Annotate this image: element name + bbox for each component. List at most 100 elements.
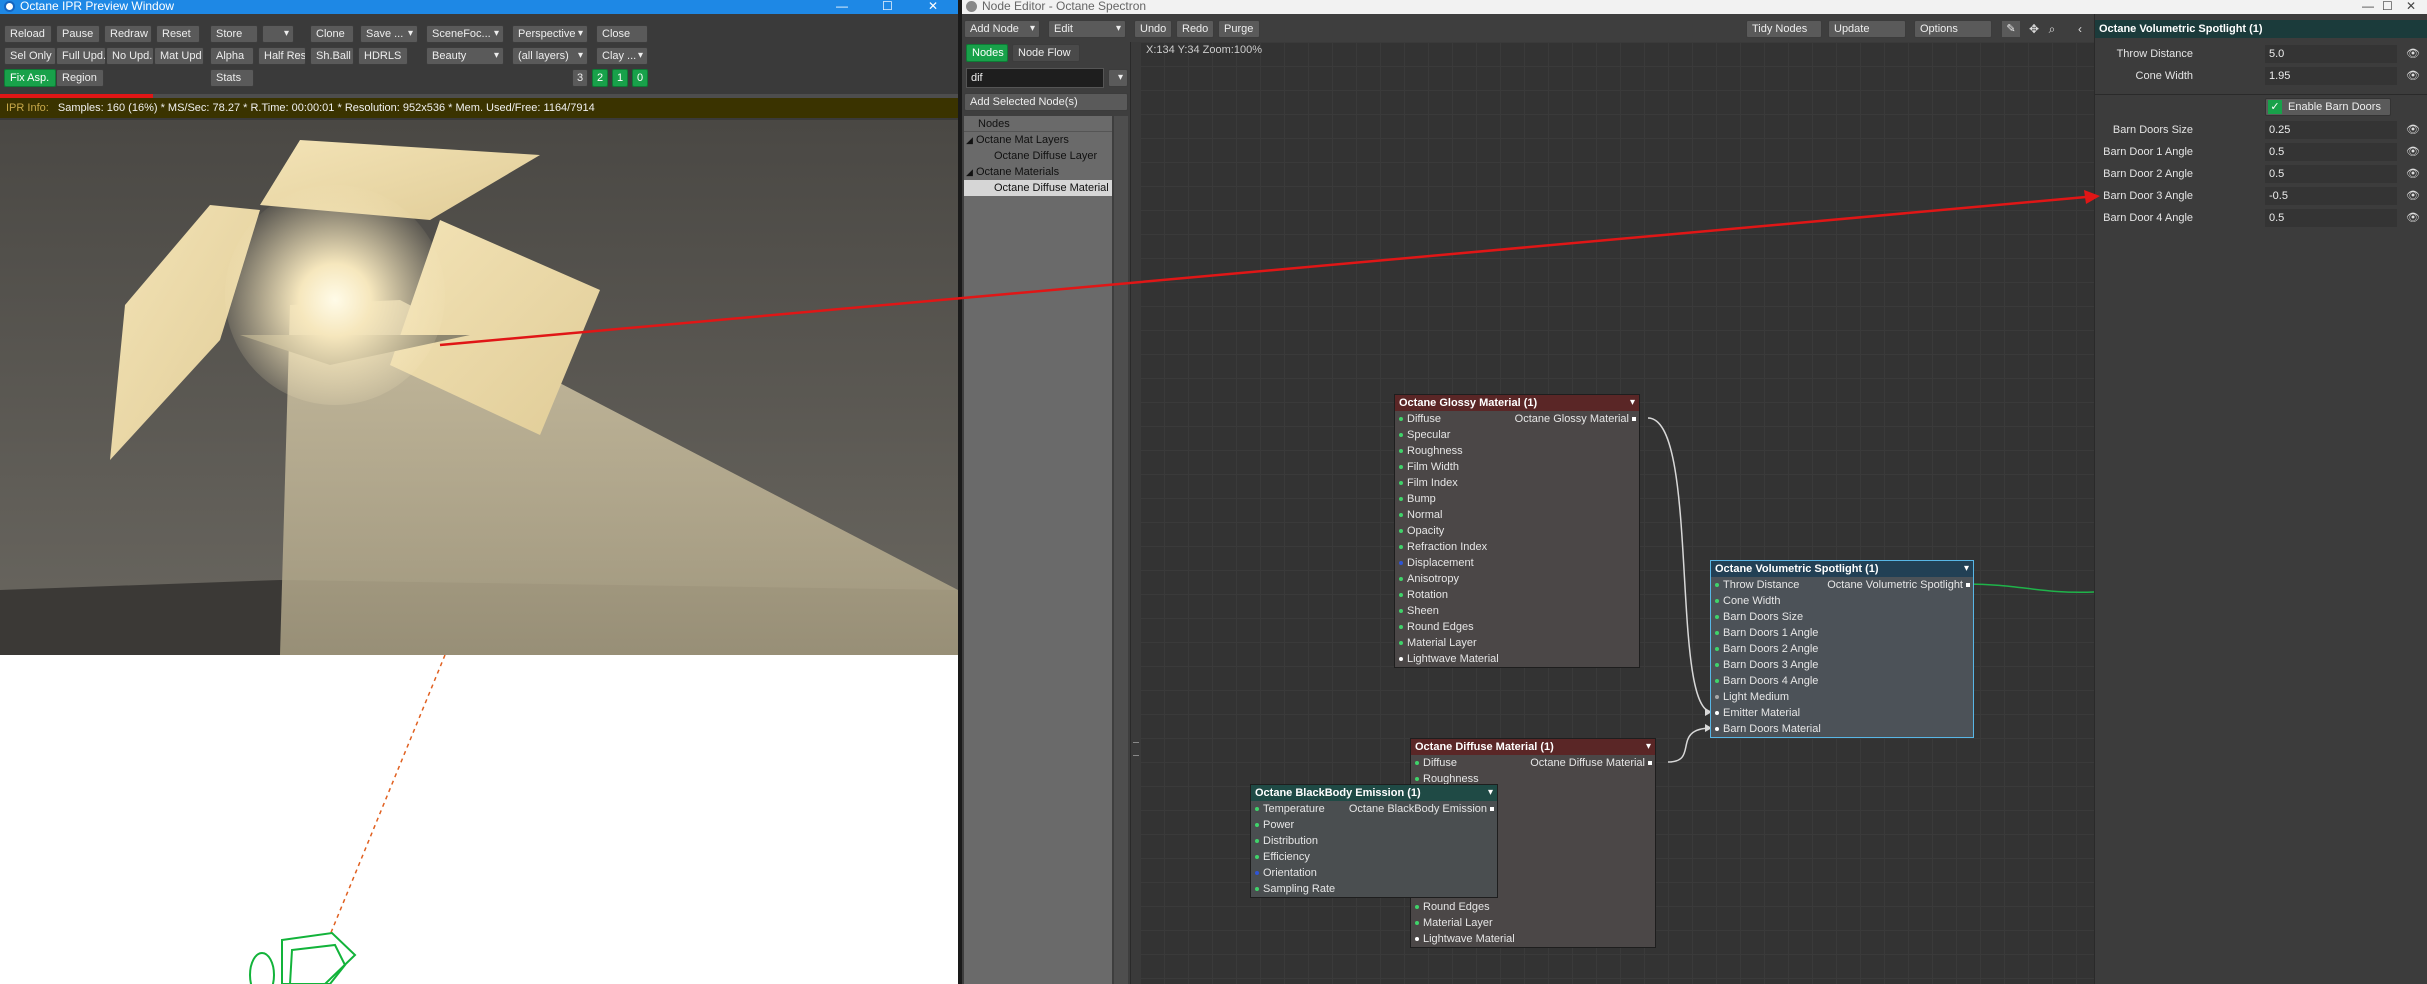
node-header[interactable]: Octane Glossy Material (1) ▾: [1395, 395, 1639, 411]
node-input-port[interactable]: Sheen: [1395, 603, 1639, 619]
node-input-port[interactable]: Roughness: [1395, 443, 1639, 459]
undo-button[interactable]: Undo: [1134, 20, 1172, 38]
node-input-port[interactable]: Bump: [1395, 491, 1639, 507]
node-input-port[interactable]: Temperature: [1251, 801, 1497, 817]
node-input-port[interactable]: Diffuse: [1411, 755, 1655, 771]
node-input-port[interactable]: Orientation: [1251, 865, 1497, 881]
tree-item-diffuse-layer[interactable]: Octane Diffuse Layer: [964, 148, 1112, 164]
store-button[interactable]: Store: [210, 25, 258, 43]
prop-value-field[interactable]: 0.5: [2265, 209, 2397, 227]
minimize-icon[interactable]: —: [836, 0, 848, 12]
eye-icon[interactable]: 👁: [2405, 122, 2421, 138]
prop-value-field[interactable]: 0.25: [2265, 121, 2397, 139]
node-input-port[interactable]: Sampling Rate: [1251, 881, 1497, 897]
pan-icon[interactable]: ✥: [2026, 21, 2042, 37]
tree-scrollbar[interactable]: [1114, 116, 1128, 984]
render-pass-dropdown[interactable]: Beauty: [426, 47, 504, 65]
node-input-port[interactable]: Material Layer: [1395, 635, 1639, 651]
node-volumetric-spotlight[interactable]: Octane Volumetric Spotlight (1) ▾ Octane…: [1710, 560, 1974, 738]
fix-aspect-button[interactable]: Fix Asp.: [4, 69, 56, 87]
counter-0[interactable]: 0: [632, 69, 648, 87]
add-node-dropdown[interactable]: Add Node: [964, 20, 1040, 38]
tree-group-mat-layers[interactable]: ◢ Octane Mat Layers: [964, 132, 1112, 148]
counter-3[interactable]: 3: [572, 69, 588, 87]
node-input-port[interactable]: Barn Doors Material: [1711, 721, 1973, 737]
save-dropdown[interactable]: Save ...: [360, 25, 418, 43]
checkbox-check-icon[interactable]: ✓: [2268, 100, 2282, 114]
shader-ball-button[interactable]: Sh.Ball: [310, 47, 354, 65]
counter-1[interactable]: 1: [612, 69, 628, 87]
collapse-panel-icon[interactable]: ‹: [2072, 21, 2088, 37]
chevron-down-icon[interactable]: ▾: [1630, 395, 1635, 411]
node-glossy-material[interactable]: Octane Glossy Material (1) ▾ Octane Glos…: [1394, 394, 1640, 668]
tidy-nodes-button[interactable]: Tidy Nodes: [1746, 20, 1822, 38]
expand-arrow-icon[interactable]: ◢: [966, 167, 973, 177]
node-input-port[interactable]: Barn Doors 1 Angle: [1711, 625, 1973, 641]
add-selected-nodes-button[interactable]: Add Selected Node(s): [964, 93, 1128, 111]
clone-button[interactable]: Clone: [310, 25, 354, 43]
sel-only-button[interactable]: Sel Only: [4, 47, 56, 65]
node-input-port[interactable]: Emitter Material: [1711, 705, 1973, 721]
node-input-port[interactable]: Light Medium: [1711, 689, 1973, 705]
edit-dropdown[interactable]: Edit: [1048, 20, 1126, 38]
node-input-port[interactable]: Barn Doors Size: [1711, 609, 1973, 625]
node-input-port[interactable]: Film Index: [1395, 475, 1639, 491]
purge-button[interactable]: Purge: [1218, 20, 1260, 38]
eye-icon[interactable]: 👁: [2405, 46, 2421, 62]
redraw-button[interactable]: Redraw: [104, 25, 152, 43]
eye-icon[interactable]: 👁: [2405, 144, 2421, 160]
node-header[interactable]: Octane Diffuse Material (1) ▾: [1411, 739, 1655, 755]
node-canvas[interactable]: X:134 Y:34 Zoom:100% Octane Glossy Mater…: [1140, 42, 2094, 984]
node-header[interactable]: Octane Volumetric Spotlight (1) ▾: [1711, 561, 1973, 577]
store-slot-dropdown[interactable]: [262, 25, 294, 43]
editor-maximize-icon[interactable]: ☐: [2382, 0, 2393, 12]
editor-close-icon[interactable]: ✕: [2406, 0, 2416, 12]
half-res-button[interactable]: Half Res: [258, 47, 306, 65]
eye-icon[interactable]: 👁: [2405, 210, 2421, 226]
counter-2[interactable]: 2: [592, 69, 608, 87]
chevron-down-icon[interactable]: ▾: [1646, 739, 1651, 755]
search-filter-dropdown[interactable]: [1108, 69, 1128, 87]
node-input-port[interactable]: Anisotropy: [1395, 571, 1639, 587]
hdrls-button[interactable]: HDRLS: [358, 47, 408, 65]
scene-focus-dropdown[interactable]: SceneFoc...: [426, 25, 504, 43]
prop-value-field[interactable]: 5.0: [2265, 45, 2397, 63]
splitter-grip-icon[interactable]: [1133, 742, 1139, 756]
tree-group-materials[interactable]: ◢ Octane Materials: [964, 164, 1112, 180]
close-icon[interactable]: ✕: [928, 0, 938, 12]
pin-icon[interactable]: ✎: [2002, 21, 2020, 37]
node-search-input[interactable]: [966, 68, 1104, 88]
tab-nodes[interactable]: Nodes: [966, 44, 1008, 62]
chevron-down-icon[interactable]: ▾: [1488, 785, 1493, 801]
pause-button[interactable]: Pause: [56, 25, 100, 43]
node-input-port[interactable]: Distribution: [1251, 833, 1497, 849]
camera-dropdown[interactable]: Perspective: [512, 25, 588, 43]
node-input-port[interactable]: Round Edges: [1411, 899, 1655, 915]
tree-item-diffuse-material[interactable]: Octane Diffuse Material: [964, 180, 1112, 196]
node-input-port[interactable]: Displacement: [1395, 555, 1639, 571]
tab-node-flow[interactable]: Node Flow: [1012, 44, 1080, 62]
node-input-port[interactable]: Rotation: [1395, 587, 1639, 603]
node-header[interactable]: Octane BlackBody Emission (1) ▾: [1251, 785, 1497, 801]
maximize-icon[interactable]: ☐: [882, 0, 893, 12]
node-input-port[interactable]: Round Edges: [1395, 619, 1639, 635]
node-input-port[interactable]: Efficiency: [1251, 849, 1497, 865]
enable-barn-doors-toggle[interactable]: ✓ Enable Barn Doors: [2265, 98, 2391, 116]
zoom-icon[interactable]: ⌕: [2044, 21, 2060, 37]
prop-value-field[interactable]: 0.5: [2265, 143, 2397, 161]
editor-minimize-icon[interactable]: —: [2362, 0, 2374, 12]
node-input-port[interactable]: Diffuse: [1395, 411, 1639, 427]
node-input-port[interactable]: Barn Doors 4 Angle: [1711, 673, 1973, 689]
node-input-port[interactable]: Barn Doors 2 Angle: [1711, 641, 1973, 657]
node-input-port[interactable]: Refraction Index: [1395, 539, 1639, 555]
prop-value-field[interactable]: 1.95: [2265, 67, 2397, 85]
node-input-port[interactable]: Lightwave Material: [1411, 931, 1655, 947]
redo-button[interactable]: Redo: [1176, 20, 1214, 38]
prop-value-field[interactable]: 0.5: [2265, 165, 2397, 183]
node-input-port[interactable]: Normal: [1395, 507, 1639, 523]
stats-button[interactable]: Stats: [210, 69, 254, 87]
mat-update-button[interactable]: Mat Upd: [154, 47, 204, 65]
options-button[interactable]: Options: [1914, 20, 1992, 38]
prop-value-field[interactable]: -0.5: [2265, 187, 2397, 205]
no-update-button[interactable]: No Upd.: [106, 47, 154, 65]
